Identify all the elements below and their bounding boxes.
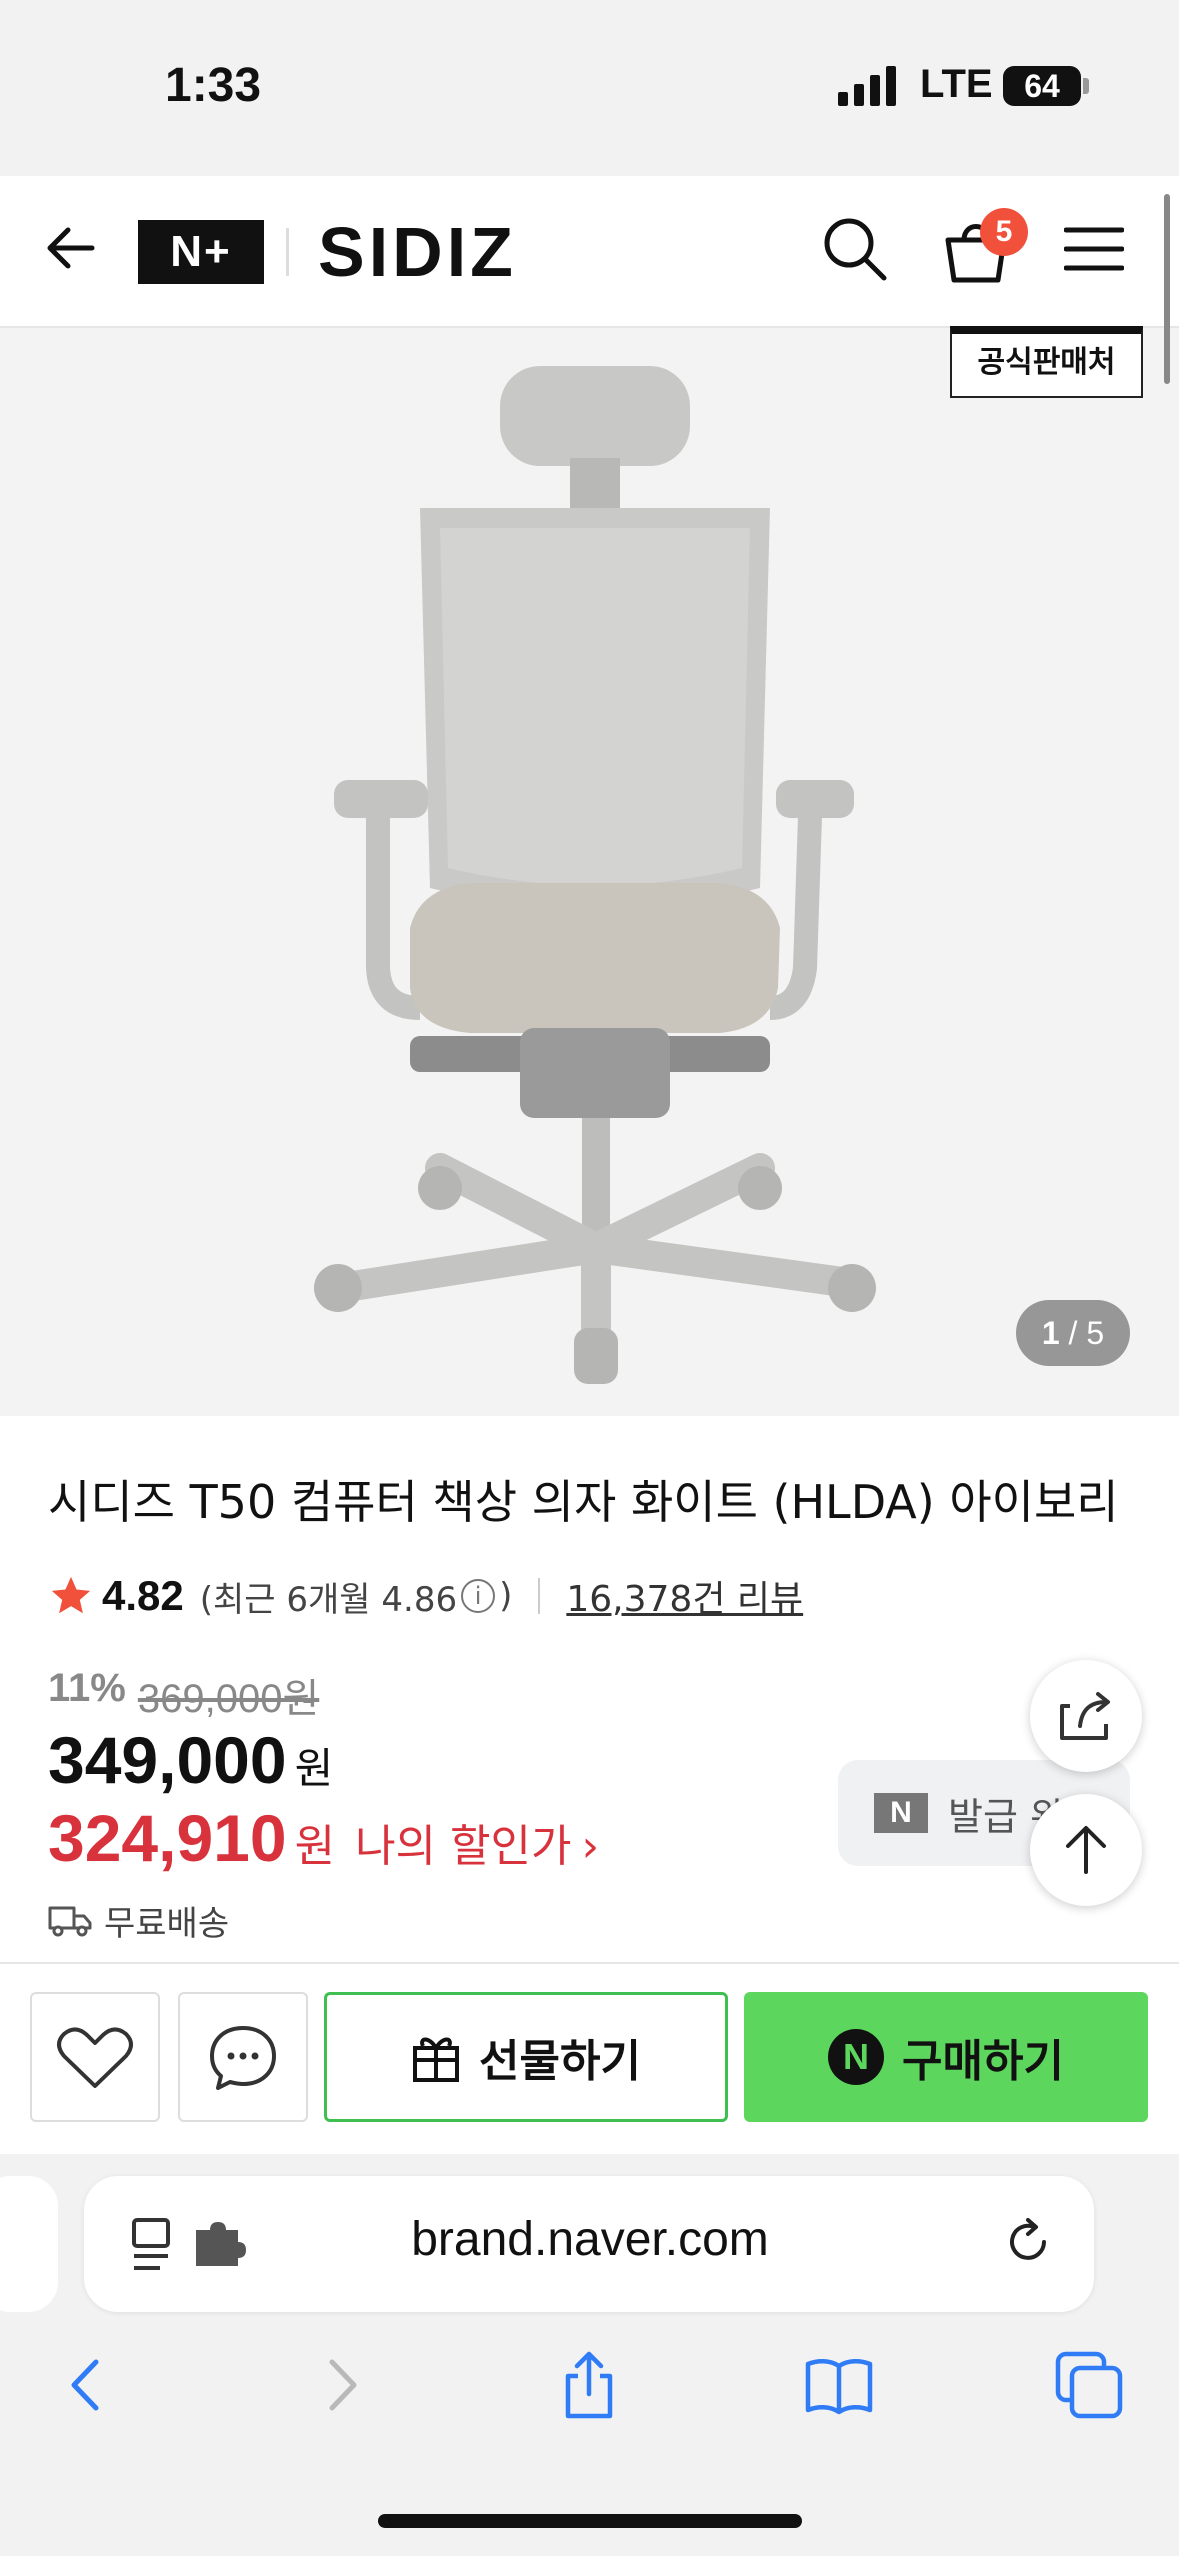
- counter-separator: /: [1068, 1315, 1078, 1351]
- my-discount-price: 324,910: [48, 1801, 287, 1875]
- home-indicator[interactable]: [378, 2514, 802, 2528]
- buy-button[interactable]: N 구매하기: [744, 1992, 1148, 2122]
- tabs-overview-icon[interactable]: [1054, 2350, 1124, 2420]
- logo-divider: [286, 228, 289, 276]
- gift-button[interactable]: 선물하기: [324, 1992, 728, 2122]
- browser-forward-icon[interactable]: [306, 2350, 376, 2420]
- discount-rate: 11%: [48, 1666, 126, 1710]
- gift-label: 선물하기: [479, 2036, 641, 2087]
- battery-icon: 64: [1003, 66, 1081, 106]
- battery-cap: [1083, 78, 1089, 94]
- bookmarks-icon[interactable]: [804, 2350, 874, 2420]
- shipping-label: 무료배송: [104, 1904, 230, 1944]
- price-row: 349,000 원: [48, 1722, 333, 1798]
- rating-separator: [538, 1578, 541, 1614]
- price-unit: 원: [294, 1744, 334, 1793]
- total-image-count: 5: [1086, 1315, 1105, 1351]
- rating-score: 4.82: [102, 1572, 184, 1619]
- star-icon: [51, 1576, 91, 1614]
- hamburger-menu-icon[interactable]: [1064, 224, 1124, 274]
- reload-icon[interactable]: [998, 2212, 1058, 2272]
- brand-logo[interactable]: SIDIZ: [318, 212, 517, 292]
- naver-coupon-icon: N: [874, 1793, 928, 1833]
- naver-pay-icon: N: [828, 2029, 885, 2085]
- chair-product-image: [314, 366, 876, 1384]
- cellular-signal-icon: [838, 66, 896, 106]
- recent-rating-close: ): [499, 1576, 513, 1616]
- previous-tab-peek[interactable]: [0, 2176, 58, 2312]
- current-image-index: 1: [1041, 1315, 1060, 1351]
- browser-back-icon[interactable]: [52, 2350, 122, 2420]
- chat-inquiry-button[interactable]: [178, 1992, 308, 2122]
- discount-row: 11% 369,000원: [48, 1666, 319, 1724]
- sale-price: 349,000: [48, 1723, 287, 1797]
- page-scrollbar[interactable]: [1164, 194, 1170, 384]
- share-button[interactable]: [1030, 1660, 1142, 1772]
- wishlist-button[interactable]: [30, 1992, 160, 2122]
- info-icon[interactable]: i: [461, 1579, 496, 1613]
- scroll-to-top-button[interactable]: [1030, 1794, 1142, 1906]
- gift-icon: [413, 2037, 460, 2082]
- product-image-carousel[interactable]: [0, 328, 1179, 1416]
- truck-icon: [48, 1906, 92, 1936]
- recent-rating: (최근 6개월 4.86: [199, 1579, 458, 1620]
- cart-count-badge: 5: [980, 208, 1028, 256]
- url-text[interactable]: brand.naver.com: [300, 2212, 880, 2267]
- my-price-label: 나의 할인가: [355, 1821, 572, 1872]
- chat-bubble-icon: [210, 2026, 276, 2090]
- status-time: 1:33: [165, 59, 262, 112]
- chevron-right-icon: ›: [581, 1821, 600, 1872]
- reviews-link[interactable]: 16,378건 리뷰: [566, 1570, 803, 1622]
- share-icon: [1060, 1692, 1110, 1740]
- reader-extensions-icon[interactable]: [130, 2214, 250, 2274]
- product-title: 시디즈 T50 컴퓨터 책상 의자 화이트 (HLDA) 아이보리: [48, 1475, 1119, 1529]
- site-header: N+ SIDIZ 5: [0, 176, 1179, 328]
- original-price: 369,000원: [137, 1677, 320, 1721]
- image-page-counter: 1 / 5: [1016, 1300, 1130, 1366]
- network-type: LTE: [920, 62, 993, 106]
- arrow-up-icon: [1066, 1826, 1106, 1874]
- my-price-unit: 원: [294, 1821, 336, 1872]
- search-icon[interactable]: [820, 214, 890, 284]
- naver-plus-logo[interactable]: N+: [138, 220, 264, 284]
- my-discount-price-row[interactable]: 324,910 원 나의 할인가 ›: [48, 1800, 599, 1876]
- share-sheet-icon[interactable]: [554, 2350, 624, 2420]
- shipping-row: 무료배송: [48, 1896, 229, 1945]
- rating-row: 4.82 (최근 6개월 4.86 i ) 16,378건 리뷰: [48, 1566, 803, 1626]
- back-arrow-icon[interactable]: [40, 216, 104, 280]
- official-seller-badge: 공식판매처: [950, 326, 1143, 398]
- heart-icon: [57, 2027, 133, 2088]
- buy-label: 구매하기: [902, 2036, 1064, 2087]
